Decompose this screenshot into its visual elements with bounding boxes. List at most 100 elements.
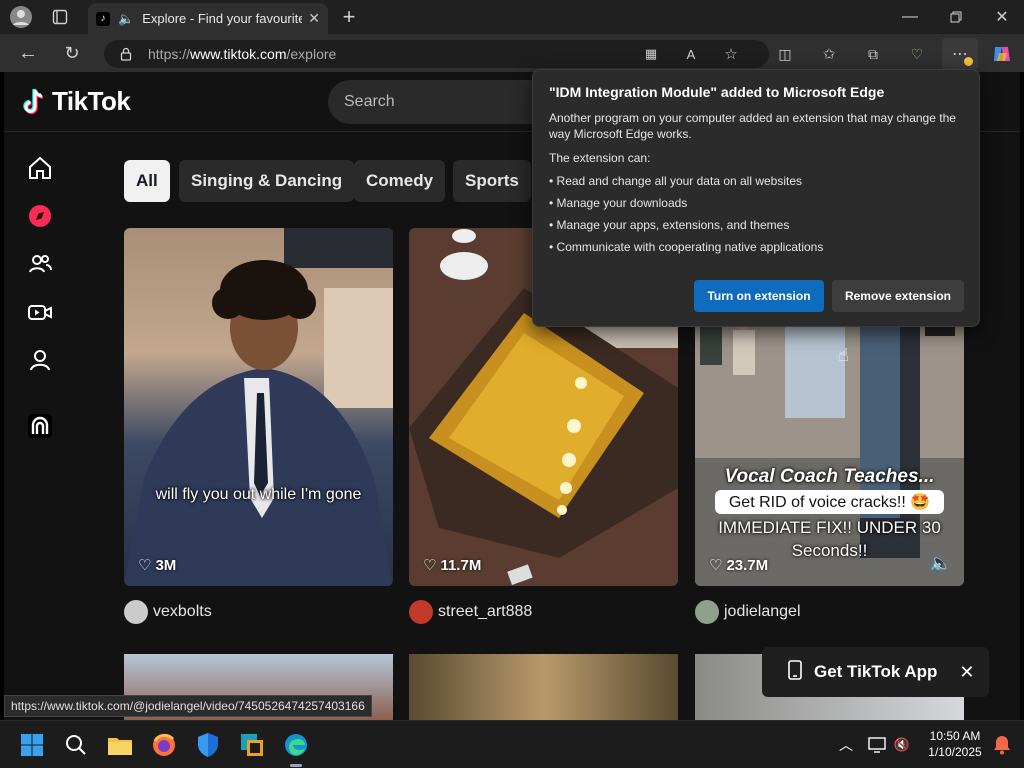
split-screen-icon[interactable]: ◫ (774, 43, 796, 65)
volume-muted-icon[interactable]: 🔇 (886, 729, 918, 761)
firefox-icon[interactable] (148, 729, 180, 761)
search-icon[interactable] (60, 729, 92, 761)
heart-icon: ♡ (709, 557, 723, 574)
author-name: street_art888 (438, 603, 533, 620)
likes-value: 11.7M (440, 556, 482, 574)
show-hidden-icons-icon[interactable]: ︿ (830, 729, 862, 761)
minimize-icon[interactable]: — (898, 5, 922, 29)
permission-item: • Manage your downloads (549, 196, 688, 210)
author-jodielangel[interactable]: jodielangel (695, 600, 801, 624)
chip-label: Singing & Dancing (191, 171, 343, 190)
heart-icon: ♡ (423, 557, 437, 574)
back-icon[interactable]: ← (16, 41, 40, 65)
chip-all[interactable]: All (124, 160, 170, 202)
windows-taskbar: ︿ 🔇 10:50 AM 1/10/2025 (0, 720, 1024, 768)
likes-value: 3M (155, 556, 177, 574)
live-video-icon[interactable] (26, 298, 54, 326)
security-shield-icon[interactable] (192, 729, 224, 761)
dialog-title: "IDM Integration Module" added to Micros… (549, 84, 885, 100)
remove-extension-button[interactable]: Remove extension (832, 280, 964, 312)
restore-icon[interactable] (944, 5, 968, 29)
video-caption: will fly you out while I'm gone (155, 486, 362, 503)
dialog-can-label: The extension can: (549, 151, 651, 165)
avatar (409, 600, 433, 624)
phone-icon (788, 659, 802, 685)
remote-app-icon[interactable] (236, 729, 268, 761)
notification-bell-icon[interactable] (986, 729, 1018, 761)
clock-time: 10:50 AM (929, 729, 981, 743)
file-explorer-icon[interactable] (104, 729, 136, 761)
collections-icon[interactable]: ⧉ (862, 43, 884, 65)
address-input[interactable]: https://www.tiktok.com/explore ▦ A ☆ (104, 40, 769, 68)
video-caption-title: Vocal Coach Teaches... (724, 466, 935, 487)
avatar (695, 600, 719, 624)
video-caption-line2: IMMEDIATE FIX!! UNDER 30 (718, 518, 941, 537)
likes-count: ♡ 11.7M (423, 556, 482, 575)
caption-text: Get RID of voice cracks!! 🤩 (728, 494, 931, 511)
author-name: jodielangel (724, 603, 801, 620)
clock[interactable]: 10:50 AM 1/10/2025 (920, 728, 990, 760)
extension-added-dialog: "IDM Integration Module" added to Micros… (532, 69, 980, 327)
status-url-bar: https://www.tiktok.com/@jodielangel/vide… (4, 695, 372, 717)
refresh-icon[interactable]: ↻ (60, 41, 84, 65)
start-windows-icon[interactable] (16, 729, 48, 761)
video-caption: Get RID of voice cracks!! 🤩 (715, 490, 944, 514)
browser-essentials-icon[interactable]: ♡ (906, 43, 928, 65)
chip-label: Sports (465, 171, 519, 190)
video-card-5[interactable] (409, 654, 678, 720)
clock-date: 1/10/2025 (928, 745, 982, 759)
heart-icon: ♡ (138, 557, 152, 574)
dialog-body: Another program on your computer added a… (549, 111, 956, 141)
search-placeholder: Search (344, 93, 395, 110)
speaker-icon[interactable]: 🔈 (118, 11, 134, 27)
tab-title: Explore - Find your favourite (142, 11, 303, 26)
url-host: www.tiktok.com (190, 46, 287, 62)
likes-count: ♡ 23.7M (709, 556, 769, 575)
permission-list: • Read and change all your data on all w… (549, 174, 963, 254)
permission-item: • Read and change all your data on all w… (549, 174, 803, 188)
tiktok-favicon-icon: ♪ (96, 11, 110, 26)
tab-strip: ♪ 🔈 Explore - Find your favourite ✕ + — … (0, 0, 1024, 34)
favorite-star-icon[interactable]: ☆ (722, 45, 740, 63)
close-tab-icon[interactable]: ✕ (308, 10, 320, 27)
author-street-art888[interactable]: street_art888 (409, 600, 532, 624)
browser-tab-explore[interactable]: ♪ 🔈 Explore - Find your favourite ✕ (88, 3, 328, 34)
get-tiktok-app-banner[interactable]: Get TikTok App ✕ (762, 647, 989, 697)
settings-more-icon[interactable]: ⋯ (942, 38, 978, 70)
video-thumbnail-1 (124, 228, 393, 586)
close-banner-icon[interactable]: ✕ (959, 662, 974, 683)
following-people-icon[interactable] (26, 250, 54, 278)
close-window-icon[interactable]: ✕ (990, 5, 1014, 29)
author-name: vexbolts (153, 603, 212, 620)
app-available-icon[interactable]: ▦ (642, 45, 660, 63)
home-icon[interactable] (26, 154, 54, 182)
volume-icon[interactable]: 🔈 (930, 553, 952, 574)
tiktok-logo[interactable]: TikTok (20, 86, 131, 117)
read-aloud-icon[interactable]: A (682, 45, 700, 63)
tiktok-note-icon (23, 87, 44, 114)
profile-avatar-icon[interactable] (8, 4, 34, 30)
chip-comedy[interactable]: Comedy (354, 160, 446, 202)
url-path: /explore (286, 46, 337, 62)
video-card-1[interactable]: will fly you out while I'm gone ♡ 3M (124, 228, 393, 586)
profile-icon[interactable] (26, 346, 54, 374)
edge-taskbar-icon[interactable] (280, 729, 312, 767)
explore-compass-icon[interactable] (26, 202, 54, 230)
app-arch-icon[interactable] (26, 412, 54, 440)
favorites-icon[interactable]: ✩ (818, 43, 840, 65)
cursor-hand-icon: ☝ (838, 345, 849, 365)
permission-item: • Communicate with cooperating native ap… (549, 240, 824, 254)
author-vexbolts[interactable]: vexbolts (124, 600, 212, 624)
chip-label: Comedy (366, 171, 434, 190)
tab-actions-icon[interactable] (48, 6, 72, 28)
copilot-icon[interactable] (990, 42, 1014, 66)
likes-value: 23.7M (726, 556, 769, 574)
new-tab-icon[interactable]: + (338, 4, 360, 29)
lock-icon[interactable] (118, 46, 134, 62)
turn-on-extension-button[interactable]: Turn on extension (694, 280, 824, 312)
url-scheme: https:// (148, 46, 191, 62)
chip-sports[interactable]: Sports (453, 160, 531, 202)
chip-label: All (136, 171, 158, 190)
likes-count: ♡ 3M (138, 556, 177, 575)
chip-singing-dancing[interactable]: Singing & Dancing (179, 160, 355, 202)
